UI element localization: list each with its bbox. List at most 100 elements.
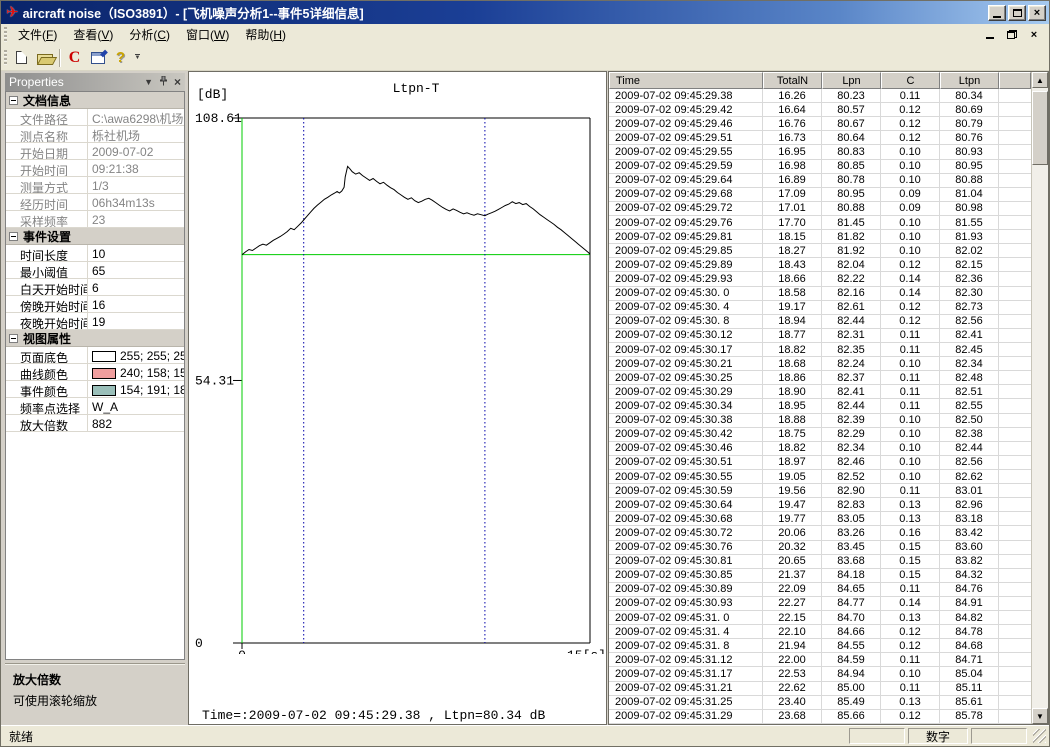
table-row[interactable]: 2009-07-02 09:45:30.2918.9082.410.1182.5… bbox=[609, 385, 1031, 399]
column-header-time[interactable]: Time bbox=[609, 72, 763, 89]
table-row[interactable]: 2009-07-02 09:45:30.2518.8682.370.1182.4… bbox=[609, 371, 1031, 385]
property-value[interactable]: 10 bbox=[88, 245, 184, 261]
table-row[interactable]: 2009-07-02 09:45:30.5919.5682.900.1183.0… bbox=[609, 484, 1031, 498]
menu-item-h[interactable]: 帮助(H) bbox=[237, 23, 294, 46]
property-value[interactable]: W_A bbox=[88, 398, 184, 414]
table-row[interactable]: 2009-07-02 09:45:31.2923.6885.660.1285.7… bbox=[609, 710, 1031, 724]
table-row[interactable]: 2009-07-02 09:45:30.2118.6882.240.1082.3… bbox=[609, 357, 1031, 371]
table-row[interactable]: 2009-07-02 09:45:30.9322.2784.770.1484.9… bbox=[609, 597, 1031, 611]
menu-item-f[interactable]: 文件(F) bbox=[10, 23, 65, 46]
menu-item-c[interactable]: 分析(C) bbox=[121, 23, 178, 46]
c-weighting-button[interactable] bbox=[63, 47, 86, 69]
table-row[interactable]: 2009-07-02 09:45:30. 419.1782.610.1282.7… bbox=[609, 301, 1031, 315]
table-row[interactable]: 2009-07-02 09:45:29.3816.2680.230.1180.3… bbox=[609, 89, 1031, 103]
toolbar-grip[interactable] bbox=[4, 50, 7, 65]
table-row[interactable]: 2009-07-02 09:45:29.7617.7081.450.1081.5… bbox=[609, 216, 1031, 230]
resize-grip[interactable] bbox=[1033, 729, 1046, 743]
chart-canvas[interactable]: [dB]Ltpn-T108.6154.310015[s] bbox=[189, 72, 606, 654]
help-button[interactable] bbox=[109, 47, 132, 69]
open-folder-button[interactable] bbox=[33, 47, 56, 69]
table-row[interactable]: 2009-07-02 09:45:30.6419.4782.830.1382.9… bbox=[609, 498, 1031, 512]
maximize-button[interactable] bbox=[1008, 5, 1026, 21]
mdi-close-button[interactable]: × bbox=[1027, 28, 1041, 41]
table-row[interactable]: 2009-07-02 09:45:30.1218.7782.310.1182.4… bbox=[609, 329, 1031, 343]
table-row[interactable]: 2009-07-02 09:45:30.5519.0582.520.1082.6… bbox=[609, 470, 1031, 484]
scrollbar-thumb[interactable] bbox=[1032, 91, 1048, 165]
property-value[interactable]: 240; 158; 158 bbox=[88, 364, 184, 380]
table-row[interactable]: 2009-07-02 09:45:29.4216.6480.570.1280.6… bbox=[609, 103, 1031, 117]
panel-close-button[interactable]: × bbox=[174, 77, 181, 87]
panel-pin-button[interactable] bbox=[159, 76, 168, 88]
mdi-restore-button[interactable] bbox=[1005, 28, 1019, 41]
color-swatch[interactable] bbox=[92, 385, 116, 396]
table-row[interactable]: 2009-07-02 09:45:31. 821.9484.550.1284.6… bbox=[609, 639, 1031, 653]
table-row[interactable]: 2009-07-02 09:45:30.4218.7582.290.1082.3… bbox=[609, 428, 1031, 442]
table-cell: 2009-07-02 09:45:29.59 bbox=[609, 160, 763, 173]
minimize-button[interactable] bbox=[988, 5, 1006, 21]
close-button[interactable]: × bbox=[1028, 5, 1046, 21]
scroll-down-button[interactable]: ▼ bbox=[1032, 708, 1048, 724]
table-row[interactable]: 2009-07-02 09:45:29.6817.0980.950.0981.0… bbox=[609, 188, 1031, 202]
table-row[interactable]: 2009-07-02 09:45:29.8518.2781.920.1082.0… bbox=[609, 244, 1031, 258]
table-cell: 0.15 bbox=[881, 569, 940, 582]
column-header-c[interactable]: C bbox=[881, 72, 940, 89]
table-row[interactable]: 2009-07-02 09:45:30.5118.9782.460.1082.5… bbox=[609, 456, 1031, 470]
table-row[interactable]: 2009-07-02 09:45:29.4616.7680.670.1280.7… bbox=[609, 117, 1031, 131]
table-row[interactable]: 2009-07-02 09:45:29.9318.6682.220.1482.3… bbox=[609, 272, 1031, 286]
property-value[interactable]: 882 bbox=[88, 415, 184, 431]
table-row[interactable]: 2009-07-02 09:45:31.2523.4085.490.1385.6… bbox=[609, 696, 1031, 710]
property-value[interactable]: 65 bbox=[88, 262, 184, 278]
table-row[interactable]: 2009-07-02 09:45:30. 818.9482.440.1282.5… bbox=[609, 315, 1031, 329]
table-row[interactable]: 2009-07-02 09:45:29.5916.9880.850.1080.9… bbox=[609, 160, 1031, 174]
table-row[interactable]: 2009-07-02 09:45:29.5516.9580.830.1080.9… bbox=[609, 145, 1031, 159]
new-document-button[interactable] bbox=[10, 47, 33, 69]
table-row[interactable]: 2009-07-02 09:45:30.7620.3283.450.1583.6… bbox=[609, 541, 1031, 555]
property-value[interactable]: 255; 255; 255 bbox=[88, 347, 184, 363]
property-value[interactable]: 19 bbox=[88, 313, 184, 329]
property-value[interactable]: 16 bbox=[88, 296, 184, 312]
table-row[interactable]: 2009-07-02 09:45:29.5116.7380.640.1280.7… bbox=[609, 131, 1031, 145]
table-row[interactable]: 2009-07-02 09:45:30.7220.0683.260.1683.4… bbox=[609, 526, 1031, 540]
property-value[interactable]: 154; 191; 185 bbox=[88, 381, 184, 397]
table-cell: 23.68 bbox=[763, 710, 822, 723]
collapse-minus-icon[interactable] bbox=[9, 334, 18, 343]
menu-item-w[interactable]: 窗口(W) bbox=[178, 23, 237, 46]
table-row[interactable]: 2009-07-02 09:45:30.1718.8282.350.1182.4… bbox=[609, 343, 1031, 357]
table-row[interactable]: 2009-07-02 09:45:31. 022.1584.700.1384.8… bbox=[609, 611, 1031, 625]
column-header-lpn[interactable]: Lpn bbox=[822, 72, 881, 89]
table-row[interactable]: 2009-07-02 09:45:31.1722.5384.940.1085.0… bbox=[609, 667, 1031, 681]
table-row[interactable]: 2009-07-02 09:45:30.3418.9582.440.1182.5… bbox=[609, 399, 1031, 413]
table-row[interactable]: 2009-07-02 09:45:30.8120.6583.680.1583.8… bbox=[609, 555, 1031, 569]
table-row[interactable]: 2009-07-02 09:45:30.6819.7783.050.1383.1… bbox=[609, 512, 1031, 526]
color-swatch[interactable] bbox=[92, 351, 116, 362]
collapse-minus-icon[interactable] bbox=[9, 232, 18, 241]
column-header-totaln[interactable]: TotalN bbox=[763, 72, 822, 89]
properties-panel-header: Properties ▼ × bbox=[5, 73, 185, 91]
scrollbar-track[interactable] bbox=[1032, 165, 1048, 708]
table-row[interactable]: 2009-07-02 09:45:30.8521.3784.180.1584.3… bbox=[609, 569, 1031, 583]
table-row[interactable]: 2009-07-02 09:45:29.6416.8980.780.1080.8… bbox=[609, 174, 1031, 188]
table-row[interactable]: 2009-07-02 09:45:30.4618.8282.340.1082.4… bbox=[609, 442, 1031, 456]
mdi-minimize-button[interactable] bbox=[983, 28, 997, 41]
table-row[interactable]: 2009-07-02 09:45:31. 422.1084.660.1284.7… bbox=[609, 625, 1031, 639]
table-row[interactable]: 2009-07-02 09:45:30.8922.0984.650.1184.7… bbox=[609, 583, 1031, 597]
table-scrollbar[interactable]: ▲ ▼ bbox=[1031, 72, 1048, 724]
table-row[interactable]: 2009-07-02 09:45:29.7217.0180.880.0980.9… bbox=[609, 202, 1031, 216]
menubar-grip[interactable] bbox=[4, 27, 7, 42]
table-row[interactable]: 2009-07-02 09:45:29.8118.1581.820.1081.9… bbox=[609, 230, 1031, 244]
collapse-minus-icon[interactable] bbox=[9, 96, 18, 105]
table-row[interactable]: 2009-07-02 09:45:30.3818.8882.390.1082.5… bbox=[609, 414, 1031, 428]
menu-item-v[interactable]: 查看(V) bbox=[65, 23, 121, 46]
toolbar-overflow-button[interactable]: ▼ bbox=[132, 47, 143, 69]
data-table-panel: TimeTotalNLpnCLtpn 2009-07-02 09:45:29.3… bbox=[608, 71, 1049, 725]
table-row[interactable]: 2009-07-02 09:45:31.1222.0084.590.1184.7… bbox=[609, 653, 1031, 667]
property-value[interactable]: 6 bbox=[88, 279, 184, 295]
color-swatch[interactable] bbox=[92, 368, 116, 379]
table-row[interactable]: 2009-07-02 09:45:30. 018.5882.160.1482.3… bbox=[609, 287, 1031, 301]
column-header-ltpn[interactable]: Ltpn bbox=[940, 72, 999, 89]
table-row[interactable]: 2009-07-02 09:45:31.2122.6285.000.1185.1… bbox=[609, 682, 1031, 696]
panel-menu-button[interactable]: ▼ bbox=[144, 77, 153, 87]
scroll-up-button[interactable]: ▲ bbox=[1032, 72, 1048, 88]
table-row[interactable]: 2009-07-02 09:45:29.8918.4382.040.1282.1… bbox=[609, 258, 1031, 272]
properties-button[interactable] bbox=[86, 47, 109, 69]
